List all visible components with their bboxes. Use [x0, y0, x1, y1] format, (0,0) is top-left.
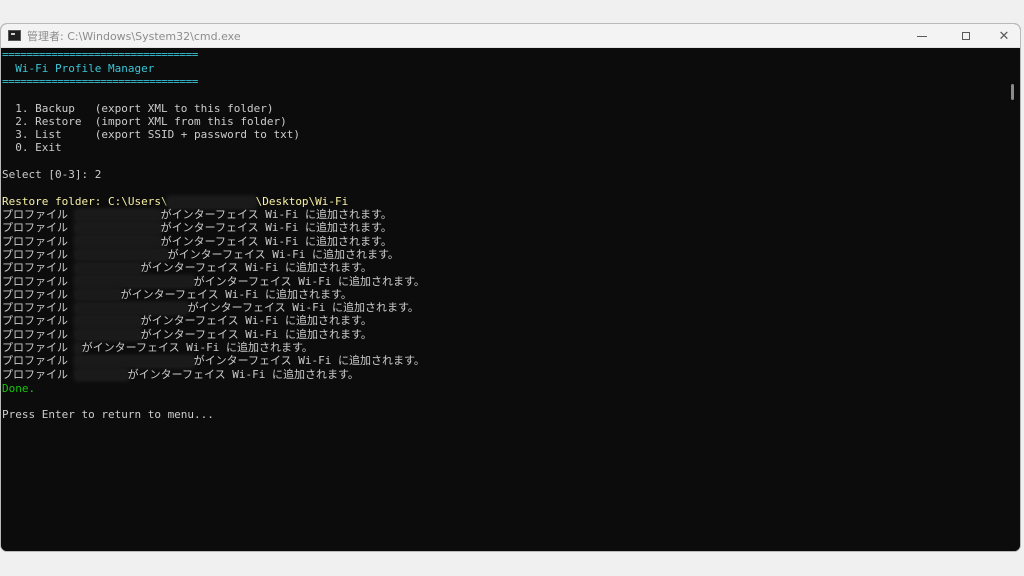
- redacted-profile-name: [74, 355, 194, 367]
- menu-item-list: 3. List (export SSID + password to txt): [2, 128, 301, 141]
- redacted-profile-name: [74, 342, 82, 354]
- profile-prefix: プロファイル: [2, 208, 75, 221]
- profile-prefix: プロファイル: [2, 274, 75, 288]
- profile-row: プロファイル がインターフェイス Wi-Fi に追加されます。: [2, 368, 359, 381]
- menu-item-exit: 0. Exit: [2, 141, 62, 154]
- cmd-app-icon: [8, 30, 21, 41]
- profile-suffix: がインターフェイス Wi-Fi に追加されます。: [140, 261, 372, 275]
- profile-row: プロファイル がインターフェイス Wi-Fi に追加されます。: [2, 328, 372, 341]
- close-icon: ✕: [998, 28, 1010, 44]
- redacted-username: [167, 196, 256, 208]
- header-title: Wi-Fi Profile Manager: [2, 62, 155, 75]
- menu-item-backup: 1. Backup (export XML to this folder): [2, 102, 274, 115]
- header-rule-top: ================================: [2, 48, 198, 61]
- scrollbar-thumb[interactable]: [1011, 84, 1014, 100]
- profile-prefix: プロファイル: [2, 367, 75, 381]
- profile-prefix: プロファイル: [2, 314, 75, 328]
- profile-row: プロファイル がインターフェイス Wi-Fi に追加されます。: [2, 221, 392, 234]
- redacted-profile-name: [74, 329, 141, 341]
- redacted-profile-name: [74, 276, 194, 287]
- cmd-window: 管理者: C:\Windows\System32\cmd.exe ✕ =====…: [0, 23, 1021, 552]
- profile-row: プロファイル がインターフェイス Wi-Fi に追加されます。: [2, 341, 313, 354]
- profile-prefix: プロファイル: [2, 341, 75, 354]
- window-title: 管理者: C:\Windows\System32\cmd.exe: [27, 30, 241, 43]
- redacted-profile-name: [74, 236, 161, 248]
- profile-suffix: がインターフェイス Wi-Fi に追加されます。: [193, 354, 425, 368]
- profile-suffix: がインターフェイス Wi-Fi に追加されます。: [187, 301, 419, 315]
- profile-row: プロファイル がインターフェイス Wi-Fi に追加されます。: [2, 288, 352, 301]
- profile-suffix: がインターフェイス Wi-Fi に追加されます。: [160, 208, 392, 221]
- profile-suffix: がインターフェイス Wi-Fi に追加されます。: [120, 287, 352, 301]
- profile-row: プロファイル がインターフェイス Wi-Fi に追加されます。: [2, 235, 392, 248]
- title-bar[interactable]: 管理者: C:\Windows\System32\cmd.exe ✕: [1, 24, 1020, 48]
- profile-suffix: がインターフェイス Wi-Fi に追加されます。: [140, 314, 372, 328]
- maximize-button[interactable]: [945, 24, 987, 48]
- restore-folder-line: Restore folder: C:\Users\ \Desktop\Wi-Fi: [2, 195, 348, 208]
- profile-prefix: プロファイル: [2, 261, 75, 275]
- profile-prefix: プロファイル: [2, 327, 75, 341]
- profile-row: プロファイル がインターフェイス Wi-Fi に追加されます。: [2, 301, 419, 314]
- profile-suffix: がインターフェイス Wi-Fi に追加されます。: [140, 327, 372, 341]
- profile-prefix: プロファイル: [2, 221, 75, 235]
- redacted-profile-name: [74, 249, 168, 261]
- redacted-profile-name: [74, 369, 128, 381]
- redacted-profile-name: [74, 209, 161, 221]
- redacted-profile-name: [74, 315, 141, 327]
- profile-suffix: がインターフェイス Wi-Fi に追加されます。: [160, 221, 392, 235]
- select-prompt: Select [0-3]: 2: [2, 168, 102, 181]
- vertical-scrollbar[interactable]: [1005, 48, 1020, 551]
- profile-prefix: プロファイル: [2, 301, 75, 315]
- redacted-profile-name: [74, 302, 188, 314]
- profile-suffix: がインターフェイス Wi-Fi に追加されます。: [160, 234, 392, 248]
- profile-prefix: プロファイル: [2, 287, 75, 301]
- profile-suffix: がインターフェイス Wi-Fi に追加されます。: [127, 367, 359, 381]
- redacted-profile-name: [74, 262, 141, 274]
- profile-prefix: プロファイル: [2, 354, 75, 368]
- header-rule-bottom: ================================: [2, 75, 198, 88]
- profile-prefix: プロファイル: [2, 247, 75, 261]
- profile-row: プロファイル がインターフェイス Wi-Fi に追加されます。: [2, 314, 372, 327]
- restore-folder-prefix: Restore folder: C:\Users\: [2, 195, 168, 208]
- redacted-profile-name: [74, 289, 121, 301]
- profile-row: プロファイル がインターフェイス Wi-Fi に追加されます。: [2, 261, 372, 274]
- profile-suffix: がインターフェイス Wi-Fi に追加されます。: [167, 247, 399, 261]
- maximize-icon: [962, 32, 970, 40]
- restore-folder-suffix: \Desktop\Wi-Fi: [255, 195, 349, 208]
- redacted-profile-name: [74, 222, 161, 234]
- profile-suffix: がインターフェイス Wi-Fi に追加されます。: [81, 341, 313, 354]
- close-button[interactable]: ✕: [983, 24, 1020, 48]
- profile-prefix: プロファイル: [2, 234, 75, 248]
- menu-item-restore: 2. Restore (import XML from this folder): [2, 115, 287, 128]
- profile-row: プロファイル がインターフェイス Wi-Fi に追加されます。: [2, 275, 425, 288]
- profile-row: プロファイル がインターフェイス Wi-Fi に追加されます。: [2, 354, 425, 367]
- press-enter-prompt: Press Enter to return to menu...: [2, 408, 214, 421]
- minimize-icon: [917, 35, 927, 37]
- console-output[interactable]: ================================ Wi-Fi P…: [1, 48, 1007, 551]
- profile-row: プロファイル がインターフェイス Wi-Fi に追加されます。: [2, 248, 399, 261]
- profile-suffix: がインターフェイス Wi-Fi に追加されます。: [193, 274, 425, 288]
- profile-row: プロファイル がインターフェイス Wi-Fi に追加されます。: [2, 208, 392, 221]
- done-text: Done.: [2, 382, 36, 395]
- minimize-button[interactable]: [901, 24, 943, 48]
